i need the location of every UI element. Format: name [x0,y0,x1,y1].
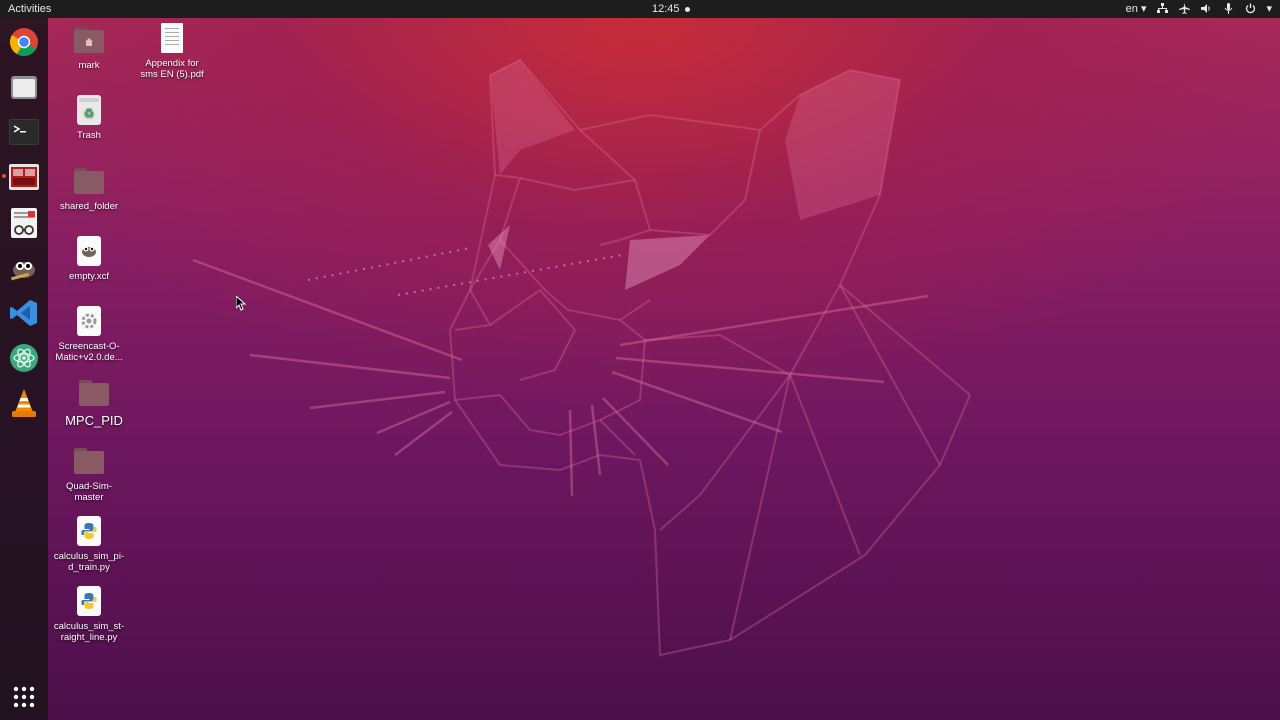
vlc-icon [12,389,36,417]
microphone-icon [1222,3,1234,15]
volume-icon [1200,3,1212,15]
show-applications-button[interactable] [6,679,42,715]
activities-button[interactable]: Activities [8,3,51,15]
desktop-icon-trash[interactable]: ♻ Trash [47,94,131,141]
folder-icon [73,445,105,477]
airplane-icon [1178,3,1190,15]
chrome-icon [10,28,38,56]
apps-grid-icon [13,686,35,708]
folder-icon [78,377,110,409]
folder-icon [73,165,105,197]
terminal-icon [9,119,39,145]
desktop-icon-label: empty.xcf [69,271,109,282]
atom-icon [10,344,38,372]
desktop-icon-shared-folder[interactable]: shared_folder [47,165,131,212]
files-icon [11,76,37,99]
notification-dot [685,7,690,12]
files-launcher[interactable] [6,69,42,105]
desktop-icon-calculus-sim-straight-line[interactable]: calculus_sim_st- raight_line.py [47,585,131,643]
document-viewer-icon [11,208,37,238]
system-menu-chevron-icon: ▾ [1266,3,1272,15]
desktop-icon-mark[interactable]: mark [47,24,131,71]
atom-launcher[interactable] [6,340,42,376]
desktop-icon-label: shared_folder [59,201,119,212]
desktop-icon-label: calculus_sim_st- raight_line.py [53,621,125,643]
desktop-icon-screencast-deb[interactable]: Screencast-O- Matic+v2.0.de... [47,305,131,363]
language-indicator[interactable]: en ▾ [1126,2,1147,15]
desktop-icon-label: mark [78,60,100,71]
gimp-icon [11,262,35,281]
network-icon [1156,3,1168,15]
mouse-cursor-icon [236,296,246,311]
python-file-icon [73,515,105,547]
desktop-icon-label: calculus_sim_pi- d_train.py [53,551,125,573]
xcf-file-icon [73,235,105,267]
desktop-icon-pdf[interactable]: Appendix for sms EN (5).pdf [130,22,214,80]
svg-text:♻: ♻ [84,106,95,120]
gimp-launcher[interactable] [6,250,42,286]
vscode-icon [10,300,37,326]
screencast-launcher[interactable] [6,159,42,195]
desktop-icon-empty-xcf[interactable]: empty.xcf [47,235,131,282]
terminal-launcher[interactable] [6,114,42,150]
wallpaper-cat-illustration [192,58,972,657]
deb-package-icon [73,305,105,337]
top-bar: Activities 12:45 en ▾ ▾ [0,0,1280,18]
home-folder-icon [73,24,105,56]
system-tray[interactable]: en ▾ ▾ [1126,2,1272,15]
vlc-launcher[interactable] [6,385,42,421]
desktop-icon-quad-sim-master[interactable]: Quad-Sim- master [47,445,131,503]
vscode-launcher[interactable] [6,295,42,331]
document-viewer-launcher[interactable] [6,205,42,241]
power-icon [1244,3,1256,15]
screencast-icon [9,164,39,190]
desktop-icon-calculus-sim-pid-train[interactable]: calculus_sim_pi- d_train.py [47,515,131,573]
trash-icon: ♻ [73,94,105,126]
desktop-icon-label: Quad-Sim- master [66,481,112,503]
chrome-launcher[interactable] [6,24,42,60]
desktop-icon-mpc-pid[interactable]: MPC_PID [52,377,136,428]
dock [0,18,48,720]
python-file-icon [73,585,105,617]
clock[interactable]: 12:45 [652,3,680,15]
pdf-file-icon [156,22,188,54]
desktop-icon-label: Screencast-O- Matic+v2.0.de... [55,341,123,363]
desktop-wallpaper [0,18,1280,720]
desktop-icon-label: MPC_PID [65,413,123,428]
language-label: en [1125,3,1138,15]
desktop-icon-label: Appendix for sms EN (5).pdf [140,58,204,80]
desktop-icon-label: Trash [77,130,101,141]
